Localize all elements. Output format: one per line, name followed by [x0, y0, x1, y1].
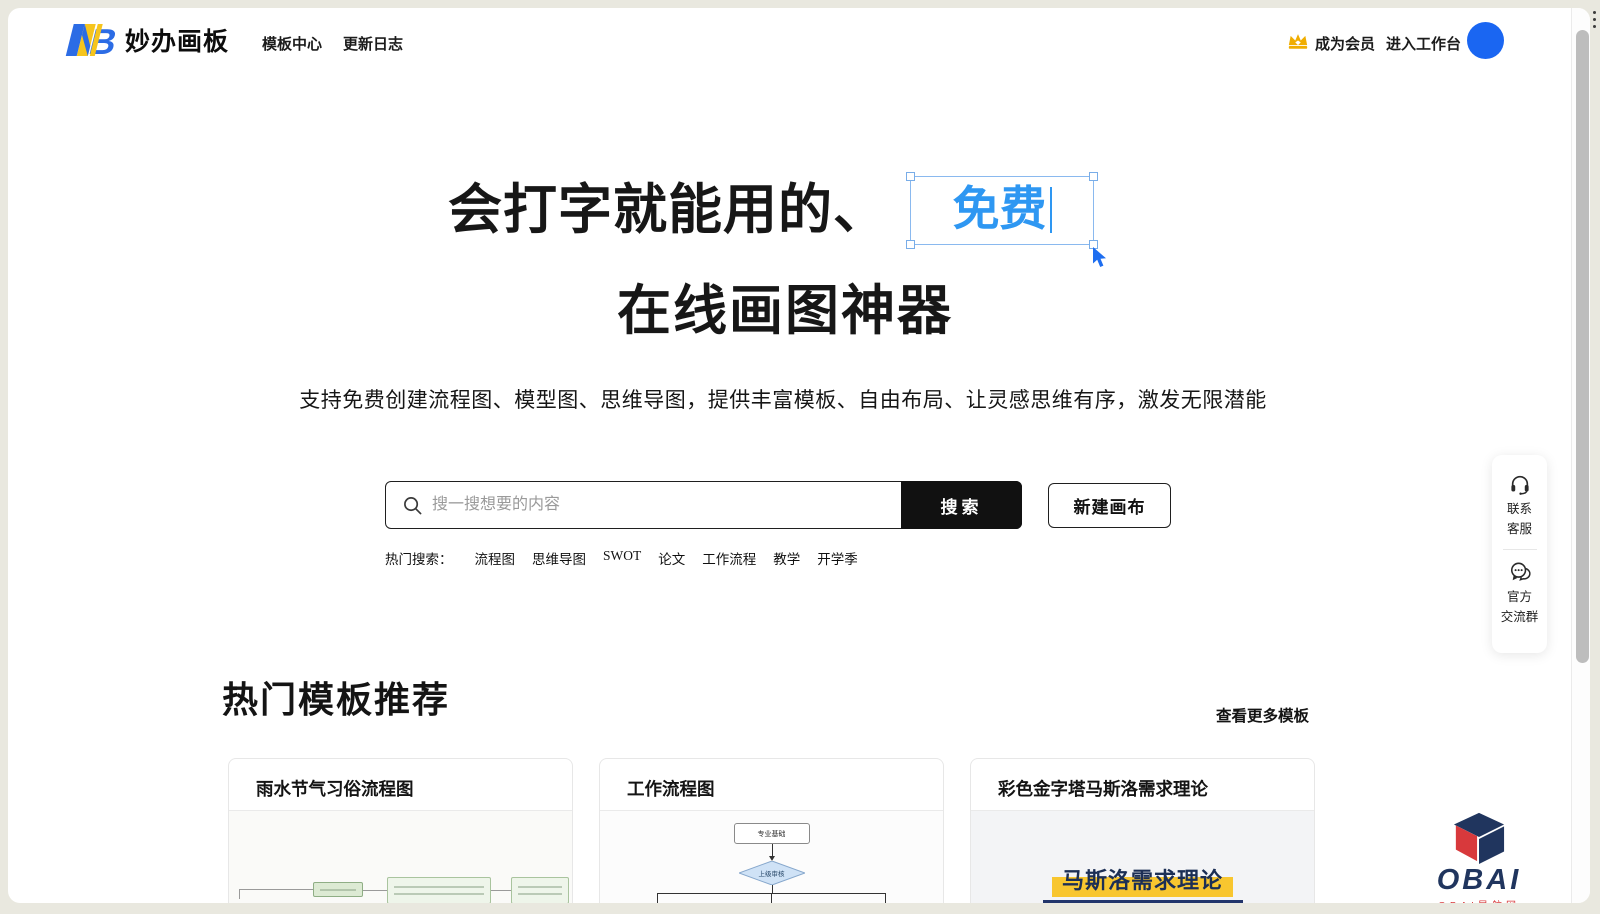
flow-connector [239, 889, 315, 899]
card-title: 雨水节气习俗流程图 [256, 779, 414, 799]
hot-search-paper[interactable]: 论文 [658, 548, 685, 568]
hot-search-mindmap[interactable]: 思维导图 [532, 548, 586, 568]
hot-search-label: 热门搜索： [385, 548, 453, 568]
more-templates-link[interactable]: 查看更多模板 [1216, 704, 1309, 726]
hot-search-teaching[interactable]: 教学 [773, 548, 800, 568]
hero-title-prefix: 会打字就能用的、 [448, 174, 888, 246]
group-label-line2: 交流群 [1501, 609, 1539, 626]
brand-name: 妙办画板 [125, 22, 229, 58]
hot-search-row: 热门搜索： 流程图 思维导图 SWOT 论文 工作流程 教学 开学季 [385, 548, 858, 568]
contact-label-line1: 联系 [1507, 501, 1532, 518]
brand-logo-icon: B [65, 23, 117, 57]
search-icon [403, 496, 422, 515]
contact-label-line2: 客服 [1507, 521, 1532, 538]
resize-handle-dots [1593, 11, 1596, 28]
nav-changelog[interactable]: 更新日志 [343, 33, 403, 54]
hot-search-swot[interactable]: SWOT [603, 548, 641, 568]
search-input[interactable] [432, 483, 882, 527]
flow-node-diamond: 上级审核 [739, 861, 805, 885]
flow-connector [363, 890, 387, 891]
hero-subtitle: 支持免费创建流程图、模型图、思维导图，提供丰富模板、自由布局、让灵感思维有序，激… [8, 384, 1574, 414]
card-preview-workflow: 专业基础 上级审核 [600, 811, 943, 903]
flow-connector [657, 893, 658, 903]
hot-search-workflow[interactable]: 工作流程 [702, 548, 756, 568]
flow-node-text [511, 877, 569, 903]
template-card-maslow-pyramid[interactable]: 彩色金字塔马斯洛需求理论 马斯洛需求理论 生活、职场、沟通等处处可用的思考模型 [970, 758, 1315, 903]
crown-icon [1287, 32, 1309, 49]
mouse-cursor-icon [1092, 247, 1109, 268]
flow-connector [491, 890, 511, 891]
become-member-link[interactable]: 成为会员 [1315, 33, 1375, 54]
enter-workspace-link[interactable]: 进入工作台 [1386, 33, 1461, 54]
new-canvas-button[interactable]: 新建画布 [1048, 483, 1171, 528]
flow-diamond-label: 上级审核 [739, 861, 805, 885]
headset-icon [1509, 473, 1531, 495]
obai-caption: OBAI导航网 [1403, 897, 1555, 903]
search-button[interactable]: 搜索 [901, 481, 1022, 529]
group-label-line1: 官方 [1507, 589, 1532, 606]
search-box: 搜索 [385, 481, 1022, 529]
official-group-button[interactable]: 官方 交流群 [1492, 557, 1547, 630]
obai-brand-text: OBAI [1403, 865, 1555, 895]
browser-page: B 妙办画板 模板中心 更新日志 成为会员 进入工作台 会打字就能用的、 免费 … [8, 8, 1590, 903]
panel-divider [1503, 549, 1537, 550]
flow-connector [771, 893, 772, 903]
floating-side-panel: 联系 客服 官方 交流群 [1492, 455, 1547, 653]
scrollbar-thumb[interactable] [1576, 30, 1589, 663]
flow-node-small [313, 882, 363, 897]
template-card-rain-flowchart[interactable]: 雨水节气习俗流程图 [228, 758, 573, 903]
maslow-underline [1043, 900, 1243, 903]
hero-selection-box[interactable]: 免费 [910, 176, 1094, 245]
card-title: 工作流程图 [627, 779, 715, 799]
contact-support-button[interactable]: 联系 客服 [1492, 469, 1547, 542]
card-preview-flowchart [229, 811, 572, 903]
flow-connector [885, 893, 886, 903]
selection-handle-bottom-left[interactable] [906, 240, 915, 249]
card-header: 彩色金字塔马斯洛需求理论 [971, 759, 1314, 811]
hot-search-flowchart[interactable]: 流程图 [475, 548, 516, 568]
templates-heading: 热门模板推荐 [222, 671, 450, 723]
card-header: 工作流程图 [600, 759, 943, 811]
nav-template-center[interactable]: 模板中心 [262, 33, 322, 54]
selection-handle-top-right[interactable] [1089, 172, 1098, 181]
flow-node-text [387, 877, 491, 903]
obai-cube-icon [1448, 811, 1510, 865]
selection-handle-top-left[interactable] [906, 172, 915, 181]
text-caret [1050, 187, 1052, 233]
card-header: 雨水节气习俗流程图 [229, 759, 572, 811]
flow-connector [772, 885, 773, 893]
flow-node-rect: 专业基础 [734, 823, 810, 844]
card-title: 彩色金字塔马斯洛需求理论 [998, 779, 1208, 799]
maslow-preview-title: 马斯洛需求理论 [1052, 863, 1233, 897]
chat-group-icon [1509, 561, 1531, 583]
card-preview-maslow: 马斯洛需求理论 生活、职场、沟通等处处可用的思考模型 [971, 811, 1314, 903]
brand-logo[interactable]: B 妙办画板 [65, 22, 229, 58]
template-card-work-flowchart[interactable]: 工作流程图 专业基础 上级审核 [599, 758, 944, 903]
hero-title-selected-word: 免费 [953, 180, 1047, 240]
desktop-background: { "header": { "brand": "妙办画板", "nav": [ … [0, 0, 1600, 914]
obai-watermark: OBAI OBAI导航网 [1403, 811, 1555, 903]
hero-title-line2: 在线画图神器 [8, 266, 1576, 345]
hot-search-back-to-school[interactable]: 开学季 [817, 548, 858, 568]
hero-title-line1: 会打字就能用的、 免费 [8, 174, 1562, 246]
user-avatar[interactable] [1467, 22, 1504, 59]
